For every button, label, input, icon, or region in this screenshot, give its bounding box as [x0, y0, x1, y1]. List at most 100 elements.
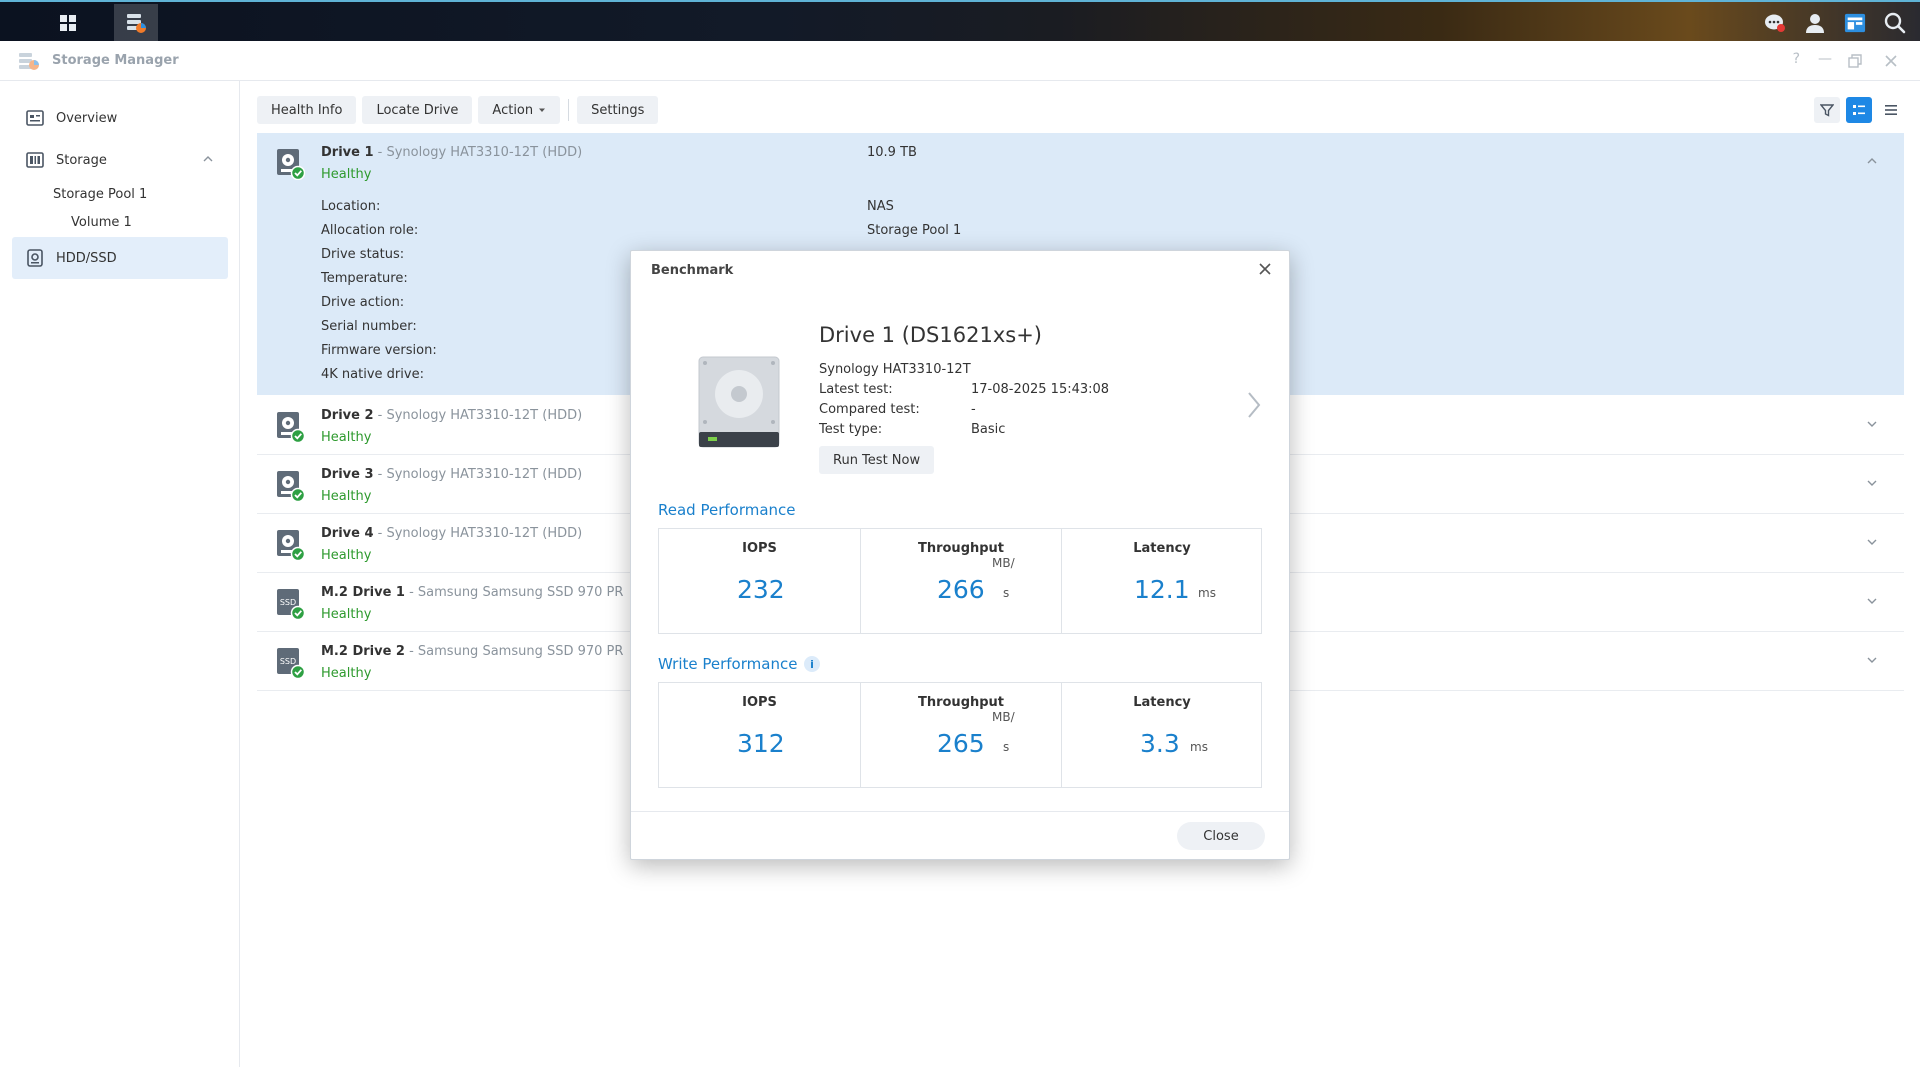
drive-name: Drive 3 - Synology HAT3310-12T (HDD)	[321, 467, 583, 482]
minimize-icon[interactable]: —	[1818, 51, 1832, 67]
read-iops-value: 232	[737, 575, 785, 604]
chevron-down-icon[interactable]	[1866, 654, 1878, 666]
drive-name: M.2 Drive 2 - Samsung Samsung SSD 970 PR	[321, 644, 624, 659]
detail-label-firmware-version: Firmware version:	[321, 343, 437, 358]
read-latency-cell: Latency 12.1 ms	[1061, 529, 1262, 633]
throughput-unit-top: MB/	[992, 710, 1015, 724]
sidebar-item-label: HDD/SSD	[56, 250, 117, 266]
help-icon[interactable]: ?	[1793, 51, 1800, 67]
list-icon	[1885, 105, 1897, 115]
iops-label: IOPS	[742, 695, 777, 710]
main-menu-button[interactable]	[46, 4, 90, 41]
drive-status: Healthy	[321, 489, 372, 504]
run-test-now-button[interactable]: Run Test Now	[819, 446, 935, 474]
write-performance-title: Write Performance	[658, 655, 798, 673]
user-icon[interactable]	[1804, 12, 1826, 34]
sidebar-item-label: Storage	[56, 152, 107, 168]
drive-status: Healthy	[321, 666, 372, 681]
detail-label-allocation-role: Allocation role:	[321, 223, 419, 238]
drive-status: Healthy	[321, 167, 372, 182]
view-controls	[1814, 97, 1904, 123]
throughput-label: Throughput	[917, 695, 1005, 710]
search-icon[interactable]	[1884, 12, 1906, 34]
storage-icon	[26, 151, 44, 169]
chevron-up-icon[interactable]	[1866, 155, 1878, 167]
overview-icon	[26, 109, 44, 127]
detail-label-4k-native: 4K native drive:	[321, 367, 424, 382]
write-performance-panel: IOPS 312 Throughput 265 MB/ s Latency 3.…	[658, 682, 1262, 788]
write-latency-value: 3.3	[1140, 729, 1180, 758]
health-info-button[interactable]: Health Info	[257, 96, 357, 124]
drive-status: Healthy	[321, 607, 372, 622]
hdd-healthy-icon	[277, 149, 305, 180]
detail-label-serial-number: Serial number:	[321, 319, 417, 334]
dialog-footer-divider	[631, 811, 1289, 812]
storage-manager-app-icon	[19, 53, 39, 70]
detail-view-button[interactable]	[1846, 97, 1872, 123]
sidebar-item-storage-pool[interactable]: Storage Pool 1	[53, 187, 147, 202]
throughput-unit-bottom: s	[1003, 586, 1010, 600]
hdd-healthy-icon	[277, 412, 305, 443]
write-throughput-value: 265	[937, 729, 985, 758]
write-latency-cell: Latency 3.3 ms	[1061, 683, 1262, 787]
filter-button[interactable]	[1814, 97, 1840, 123]
list-view-button[interactable]	[1878, 97, 1904, 123]
widgets-icon[interactable]	[1844, 12, 1866, 34]
read-performance-title: Read Performance	[658, 501, 796, 519]
drive-name: M.2 Drive 1 - Samsung Samsung SSD 970 PR	[321, 585, 624, 600]
latency-label: Latency	[1133, 695, 1191, 710]
read-iops-cell: IOPS 232	[659, 529, 860, 633]
restore-icon[interactable]	[1848, 54, 1862, 68]
latency-unit: ms	[1190, 740, 1208, 754]
sidebar-item-storage[interactable]: Storage	[12, 139, 228, 181]
close-window-icon[interactable]	[1884, 54, 1898, 68]
locate-drive-button[interactable]: Locate Drive	[362, 96, 473, 124]
storage-manager-taskbar-button[interactable]	[114, 4, 158, 41]
desktop-taskbar	[0, 0, 1920, 41]
chevron-down-icon[interactable]	[1866, 536, 1878, 548]
iops-label: IOPS	[742, 541, 777, 556]
chevron-right-icon[interactable]	[1247, 391, 1261, 419]
test-type-label: Test type:	[819, 422, 883, 437]
test-type-value: Basic	[971, 422, 1006, 437]
chevron-down-icon[interactable]	[1866, 595, 1878, 607]
close-button[interactable]: Close	[1177, 822, 1265, 850]
detail-label-drive-action: Drive action:	[321, 295, 405, 310]
ssd-healthy-icon: SSD	[277, 589, 305, 620]
drive-status: Healthy	[321, 430, 372, 445]
compared-test-value: -	[971, 402, 976, 417]
filter-icon	[1820, 104, 1834, 117]
detail-label-temperature: Temperature:	[321, 271, 408, 286]
sidebar: Overview Storage Storage Pool 1 Volume 1…	[0, 81, 240, 1067]
detail-label-drive-status: Drive status:	[321, 247, 405, 262]
ssd-healthy-icon: SSD	[277, 648, 305, 679]
drive-model: Synology HAT3310-12T	[819, 362, 971, 377]
close-icon[interactable]	[1257, 261, 1273, 277]
latest-test-value: 17-08-2025 15:43:08	[971, 382, 1110, 397]
sidebar-item-hdd-ssd[interactable]: HDD/SSD	[12, 237, 228, 279]
action-label: Action	[492, 102, 534, 118]
drive-status: Healthy	[321, 548, 372, 563]
drive-name: Drive 2 - Synology HAT3310-12T (HDD)	[321, 408, 583, 423]
drive-capacity: 10.9 TB	[867, 145, 917, 160]
grid-icon	[60, 14, 76, 31]
detail-list-icon	[1853, 105, 1865, 115]
sidebar-item-volume[interactable]: Volume 1	[71, 215, 132, 230]
hdd-icon	[26, 249, 44, 267]
settings-button[interactable]: Settings	[577, 96, 659, 124]
chevron-down-icon[interactable]	[1866, 418, 1878, 430]
action-dropdown-button[interactable]: Action	[478, 96, 561, 124]
detail-label-location: Location:	[321, 199, 381, 214]
caret-down-icon	[539, 108, 546, 112]
chevron-down-icon[interactable]	[1866, 477, 1878, 489]
throughput-unit-top: MB/	[992, 556, 1015, 570]
read-throughput-value: 266	[937, 575, 985, 604]
notification-chat-icon[interactable]	[1764, 12, 1786, 34]
hdd-healthy-icon	[277, 471, 305, 502]
chevron-up-icon[interactable]	[202, 153, 214, 165]
info-icon[interactable]: i	[804, 656, 820, 672]
window-title: Storage Manager	[52, 53, 179, 68]
sidebar-item-label: Overview	[56, 110, 118, 126]
read-throughput-cell: Throughput 266 MB/ s	[860, 529, 1061, 633]
sidebar-item-overview[interactable]: Overview	[12, 97, 228, 139]
